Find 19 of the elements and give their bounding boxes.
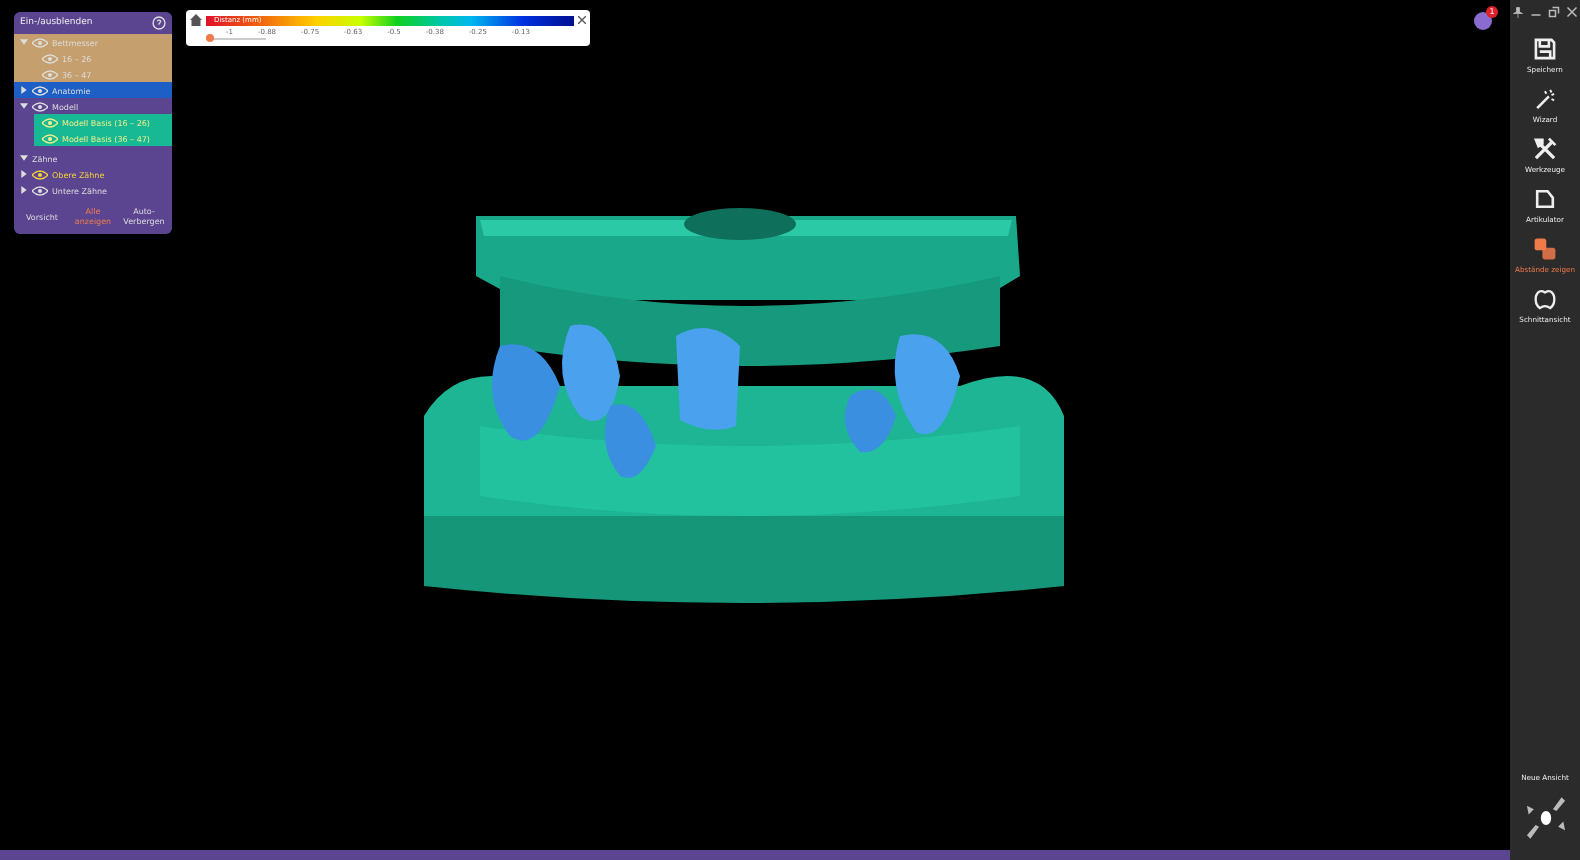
close-icon[interactable]: [1566, 6, 1578, 18]
slider-thumb[interactable]: [205, 34, 213, 42]
wrench-hammer-icon: [1532, 136, 1558, 162]
caret-icon[interactable]: [20, 86, 28, 94]
caret-icon[interactable]: [20, 102, 28, 110]
eye-icon[interactable]: [32, 185, 48, 195]
caret-icon[interactable]: [20, 154, 28, 162]
home-icon[interactable]: [190, 14, 202, 26]
eye-icon[interactable]: [32, 85, 48, 95]
magic-wand-icon: [1532, 86, 1558, 112]
restore-icon[interactable]: [1548, 6, 1560, 18]
caret-icon[interactable]: [20, 170, 28, 178]
eye-icon[interactable]: [32, 101, 48, 111]
eye-icon[interactable]: [32, 169, 48, 179]
pin-icon[interactable]: [1512, 6, 1524, 18]
caret-icon[interactable]: [20, 186, 28, 194]
teeth-outline-icon: [1532, 286, 1558, 312]
close-icon[interactable]: [578, 16, 586, 24]
help-icon[interactable]: [152, 16, 166, 30]
